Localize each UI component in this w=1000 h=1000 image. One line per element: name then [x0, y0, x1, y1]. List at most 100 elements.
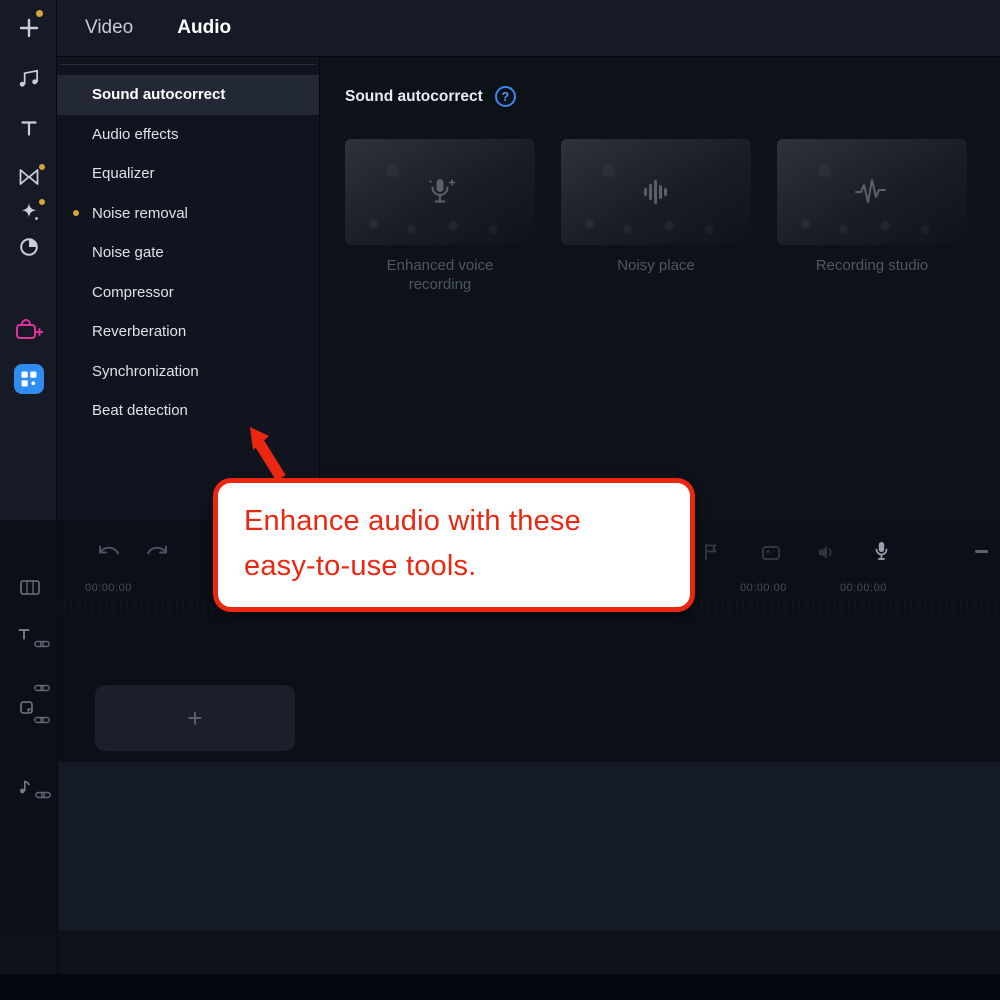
- preset-thumbnail: [561, 139, 751, 245]
- redo-button[interactable]: [144, 543, 170, 561]
- menu-item-sound-autocorrect[interactable]: Sound autocorrect: [57, 75, 319, 115]
- callout-arrow-icon: [250, 427, 286, 481]
- tab-video[interactable]: Video: [85, 17, 133, 39]
- panel-header: Sound autocorrect ?: [345, 86, 516, 107]
- apps-grid-icon: [21, 371, 36, 387]
- preset-label: Enhanced voice recording: [386, 257, 494, 293]
- menu-item-compressor[interactable]: Compressor: [57, 273, 319, 313]
- redo-icon: [147, 545, 167, 555]
- minus-icon: [975, 550, 988, 553]
- mode-tabbar: Video Audio: [57, 0, 1000, 57]
- music-note-icon: [19, 69, 38, 87]
- track-header-divider: [57, 520, 58, 974]
- preset-cards: Enhanced voice recording Noisy place Rec…: [345, 139, 967, 294]
- notification-dot: [73, 210, 79, 217]
- effects-button[interactable]: [0, 200, 57, 224]
- add-clip-placeholder[interactable]: +: [95, 685, 295, 751]
- import-media-button[interactable]: [0, 16, 57, 40]
- menu-item-label: Sound autocorrect: [92, 86, 226, 104]
- menu-item-audio-effects[interactable]: Audio effects: [57, 115, 319, 155]
- menu-item-label: Noise gate: [92, 244, 164, 262]
- marker-button[interactable]: [703, 543, 718, 561]
- tooltip-text-line1: Enhance audio with these: [244, 505, 581, 537]
- preset-card-recording-studio[interactable]: Recording studio: [777, 139, 967, 294]
- transitions-icon: [19, 169, 38, 185]
- microphone-icon: [875, 542, 888, 560]
- link-icon: [34, 716, 50, 724]
- more-tools-button[interactable]: [0, 364, 57, 394]
- titles-icon: [18, 629, 30, 640]
- plus-icon: +: [187, 702, 203, 733]
- menu-item-label: Compressor: [92, 283, 174, 301]
- filmstrip-icon: [20, 580, 40, 595]
- audio-track-lane[interactable]: [0, 930, 1000, 974]
- titles-icon: [20, 121, 37, 136]
- ruler-timestamp: 00:00:00: [840, 582, 887, 594]
- sticker-track-link2[interactable]: [34, 716, 50, 724]
- audio-properties-button[interactable]: [817, 545, 835, 560]
- link-icon: [35, 791, 51, 799]
- menu-item-label: Noise removal: [92, 204, 188, 222]
- preset-thumbnail: [345, 139, 535, 245]
- apps-tile: [13, 364, 44, 394]
- status-bar: [0, 974, 1000, 1000]
- video-track-lane[interactable]: [57, 762, 1000, 930]
- menu-item-label: Audio effects: [92, 125, 179, 143]
- titles-button[interactable]: [0, 116, 57, 140]
- store-briefcase-icon: [15, 319, 43, 339]
- notification-dot: [39, 199, 45, 205]
- help-icon[interactable]: ?: [494, 86, 516, 107]
- stickers-icon: [19, 238, 38, 256]
- preset-label: Recording studio: [815, 257, 929, 274]
- equalizer-bars-icon: [644, 180, 667, 204]
- plus-icon: [19, 18, 38, 38]
- menu-item-equalizer[interactable]: Equalizer: [57, 154, 319, 194]
- music-note-icon: [20, 780, 30, 794]
- audio-track-link[interactable]: [35, 791, 51, 799]
- ruler-timestamp: 00:00:00: [85, 582, 132, 594]
- menu-item-reverberation[interactable]: Reverberation: [57, 312, 319, 352]
- notification-dot: [39, 164, 45, 170]
- video-editor-window: Video Audio Sound autocorrect Audio effe…: [0, 0, 1000, 1000]
- transitions-button[interactable]: [0, 166, 57, 188]
- stickers-button[interactable]: [0, 235, 57, 259]
- menu-item-label: Synchronization: [92, 362, 199, 380]
- sticker-track-link[interactable]: [34, 684, 50, 692]
- frame-icon: [762, 546, 780, 560]
- notification-dot: [36, 10, 43, 17]
- title-track-header[interactable]: [18, 628, 30, 640]
- title-track-link[interactable]: [34, 640, 50, 648]
- page-title: Sound autocorrect: [345, 87, 483, 105]
- effects-store-button[interactable]: [0, 318, 57, 342]
- undo-icon: [99, 545, 119, 555]
- audio-tools-list: Sound autocorrect Audio effects Equalize…: [57, 57, 319, 431]
- sparkle-icon: [21, 203, 38, 220]
- preset-label: Noisy place: [617, 257, 695, 274]
- link-icon: [34, 684, 50, 692]
- menu-item-label: Equalizer: [92, 165, 155, 183]
- menu-item-label: Beat detection: [92, 402, 188, 420]
- menu-item-noise-removal[interactable]: Noise removal: [57, 194, 319, 234]
- video-track-header[interactable]: [20, 580, 40, 595]
- preset-thumbnail: [777, 139, 967, 245]
- tab-audio[interactable]: Audio: [177, 17, 231, 39]
- collapse-timeline-button[interactable]: [975, 550, 988, 553]
- preset-card-enhanced-voice[interactable]: Enhanced voice recording: [345, 139, 535, 294]
- audio-library-button[interactable]: [0, 66, 57, 90]
- sticker-track-header[interactable]: [20, 701, 33, 714]
- undo-button[interactable]: [96, 543, 122, 561]
- tooltip-text-line2: easy-to-use tools.: [244, 550, 477, 582]
- ruler-timestamp: 00:00:00: [740, 582, 787, 594]
- onboarding-tooltip: Enhance audio with these easy-to-use too…: [213, 478, 695, 612]
- waveform-icon: [855, 179, 886, 203]
- menu-item-synchronization[interactable]: Synchronization: [57, 352, 319, 392]
- record-voiceover-button[interactable]: [874, 541, 889, 561]
- sticker-icon: [20, 701, 33, 714]
- speaker-icon: [819, 546, 832, 559]
- menu-item-label: Reverberation: [92, 323, 187, 341]
- preset-card-noisy-place[interactable]: Noisy place: [561, 139, 751, 294]
- audio-track-header[interactable]: [19, 779, 31, 794]
- flag-icon: [705, 543, 717, 561]
- menu-item-noise-gate[interactable]: Noise gate: [57, 233, 319, 273]
- snapshot-button[interactable]: [762, 546, 780, 560]
